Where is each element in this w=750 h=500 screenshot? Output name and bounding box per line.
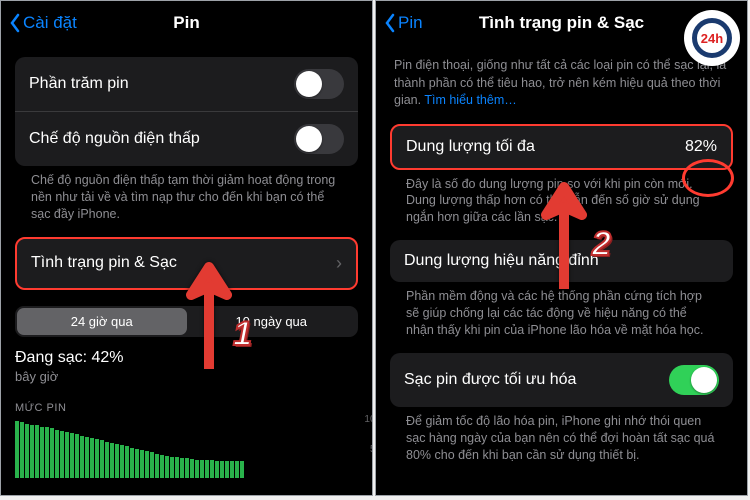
chevron-right-icon: › [336,253,342,274]
chart-bar [195,460,199,478]
chart-bar [225,461,229,478]
chart-bar [15,421,19,478]
chart-bar [35,425,39,477]
chart-bar [155,454,159,478]
row-label: Tình trạng pin & Sạc [31,254,177,272]
chart-bar [50,428,54,477]
chart-bar [120,445,124,477]
chart-bar [90,438,94,478]
highlight-circle [682,159,734,197]
chart-bar [150,452,154,477]
chart-bar [170,457,174,478]
chart-bar [130,448,134,478]
chevron-left-icon [9,13,21,33]
chevron-left-icon [384,13,396,33]
chart-bar [80,436,84,478]
screen-battery-settings: Cài đặt Pin Phần trăm pin Chế độ nguồn đ… [0,0,373,496]
chart-bar [95,439,99,477]
row-battery-percentage[interactable]: Phần trăm pin [15,57,358,111]
learn-more-link[interactable]: Tìm hiểu thêm… [424,93,516,107]
chart-bar [30,425,34,478]
chart-bar [125,446,129,477]
back-label: Cài đặt [23,13,77,33]
segment-10d[interactable]: 10 ngày qua [187,308,357,335]
segmented-control-range[interactable]: 24 giờ qua 10 ngày qua [15,306,358,337]
chart-bar [115,444,119,478]
chart-bar [20,422,24,477]
battery-level-chart: 100% 50% [15,418,358,478]
chart-bar [185,458,189,477]
watermark-logo: 24h [684,10,740,66]
row-label: Chế độ nguồn điện thấp [29,130,200,148]
chart-bar [145,451,149,477]
chart-bar [215,461,219,478]
callout-number-2: 2 [592,225,611,264]
low-power-description: Chế độ nguồn điện thấp tạm thời giảm hoạ… [15,166,358,237]
chart-bar [220,461,224,478]
row-label: Dung lượng hiệu năng đỉnh [404,252,599,270]
back-button[interactable]: Pin [384,13,423,33]
row-max-capacity[interactable]: Dung lượng tối đa 82% [390,124,733,170]
row-label: Sạc pin được tối ưu hóa [404,371,576,389]
chart-bar [235,461,239,478]
chart-bar [230,461,234,478]
back-button[interactable]: Cài đặt [9,13,77,33]
nav-bar: Cài đặt Pin [1,1,372,45]
back-label: Pin [398,13,423,33]
chart-bar [205,460,209,477]
optimized-charging-description: Để giảm tốc độ lão hóa pin, iPhone ghi n… [390,407,733,478]
switch-optimized-charging[interactable] [669,365,719,395]
chart-bar [210,460,214,477]
chart-bar [190,459,194,478]
charging-subtitle: bây giờ [15,369,358,384]
chart-bar [110,443,114,478]
chart-bar [40,427,44,478]
chart-bar [175,457,179,477]
switch-low-power[interactable] [294,124,344,154]
chart-bar [135,449,139,478]
chart-bar [60,431,64,478]
segment-24h[interactable]: 24 giờ qua [17,308,187,335]
tick-50: 50% [370,444,373,455]
row-low-power[interactable]: Chế độ nguồn điện thấp [15,111,358,166]
chart-bar [200,460,204,478]
row-label: Dung lượng tối đa [406,138,535,156]
chart-bar [65,432,69,478]
row-peak-performance[interactable]: Dung lượng hiệu năng đỉnh [390,240,733,282]
chart-bar [70,433,74,477]
chart-bar [160,455,164,478]
row-battery-health[interactable]: Tình trạng pin & Sạc › [15,237,358,290]
chart-bar [100,440,104,477]
chart-bar [180,458,184,478]
chart-title: MỨC PIN [15,402,358,414]
chart-bar [75,434,79,477]
chart-bar [105,442,109,478]
row-optimized-charging[interactable]: Sạc pin được tối ưu hóa [390,353,733,407]
screen-battery-health: Pin Tình trạng pin & Sạc Pin điện thoại,… [375,0,748,496]
chart-bar [140,450,144,478]
charging-status: Đang sạc: 42% [15,349,358,367]
peak-performance-description: Phần mềm động và các hệ thống phần cứng … [390,282,733,353]
callout-number-1: 1 [233,315,252,354]
max-capacity-value: 82% [685,138,717,156]
chart-bar [45,427,49,477]
logo-text: 24h [692,18,732,58]
switch-percentage[interactable] [294,69,344,99]
tick-100: 100% [364,414,373,425]
row-label: Phần trăm pin [29,75,129,93]
chart-bar [55,430,59,478]
chart-bar [240,461,244,478]
chart-bar [25,424,29,478]
chart-bar [165,456,169,478]
chart-bar [85,437,89,478]
